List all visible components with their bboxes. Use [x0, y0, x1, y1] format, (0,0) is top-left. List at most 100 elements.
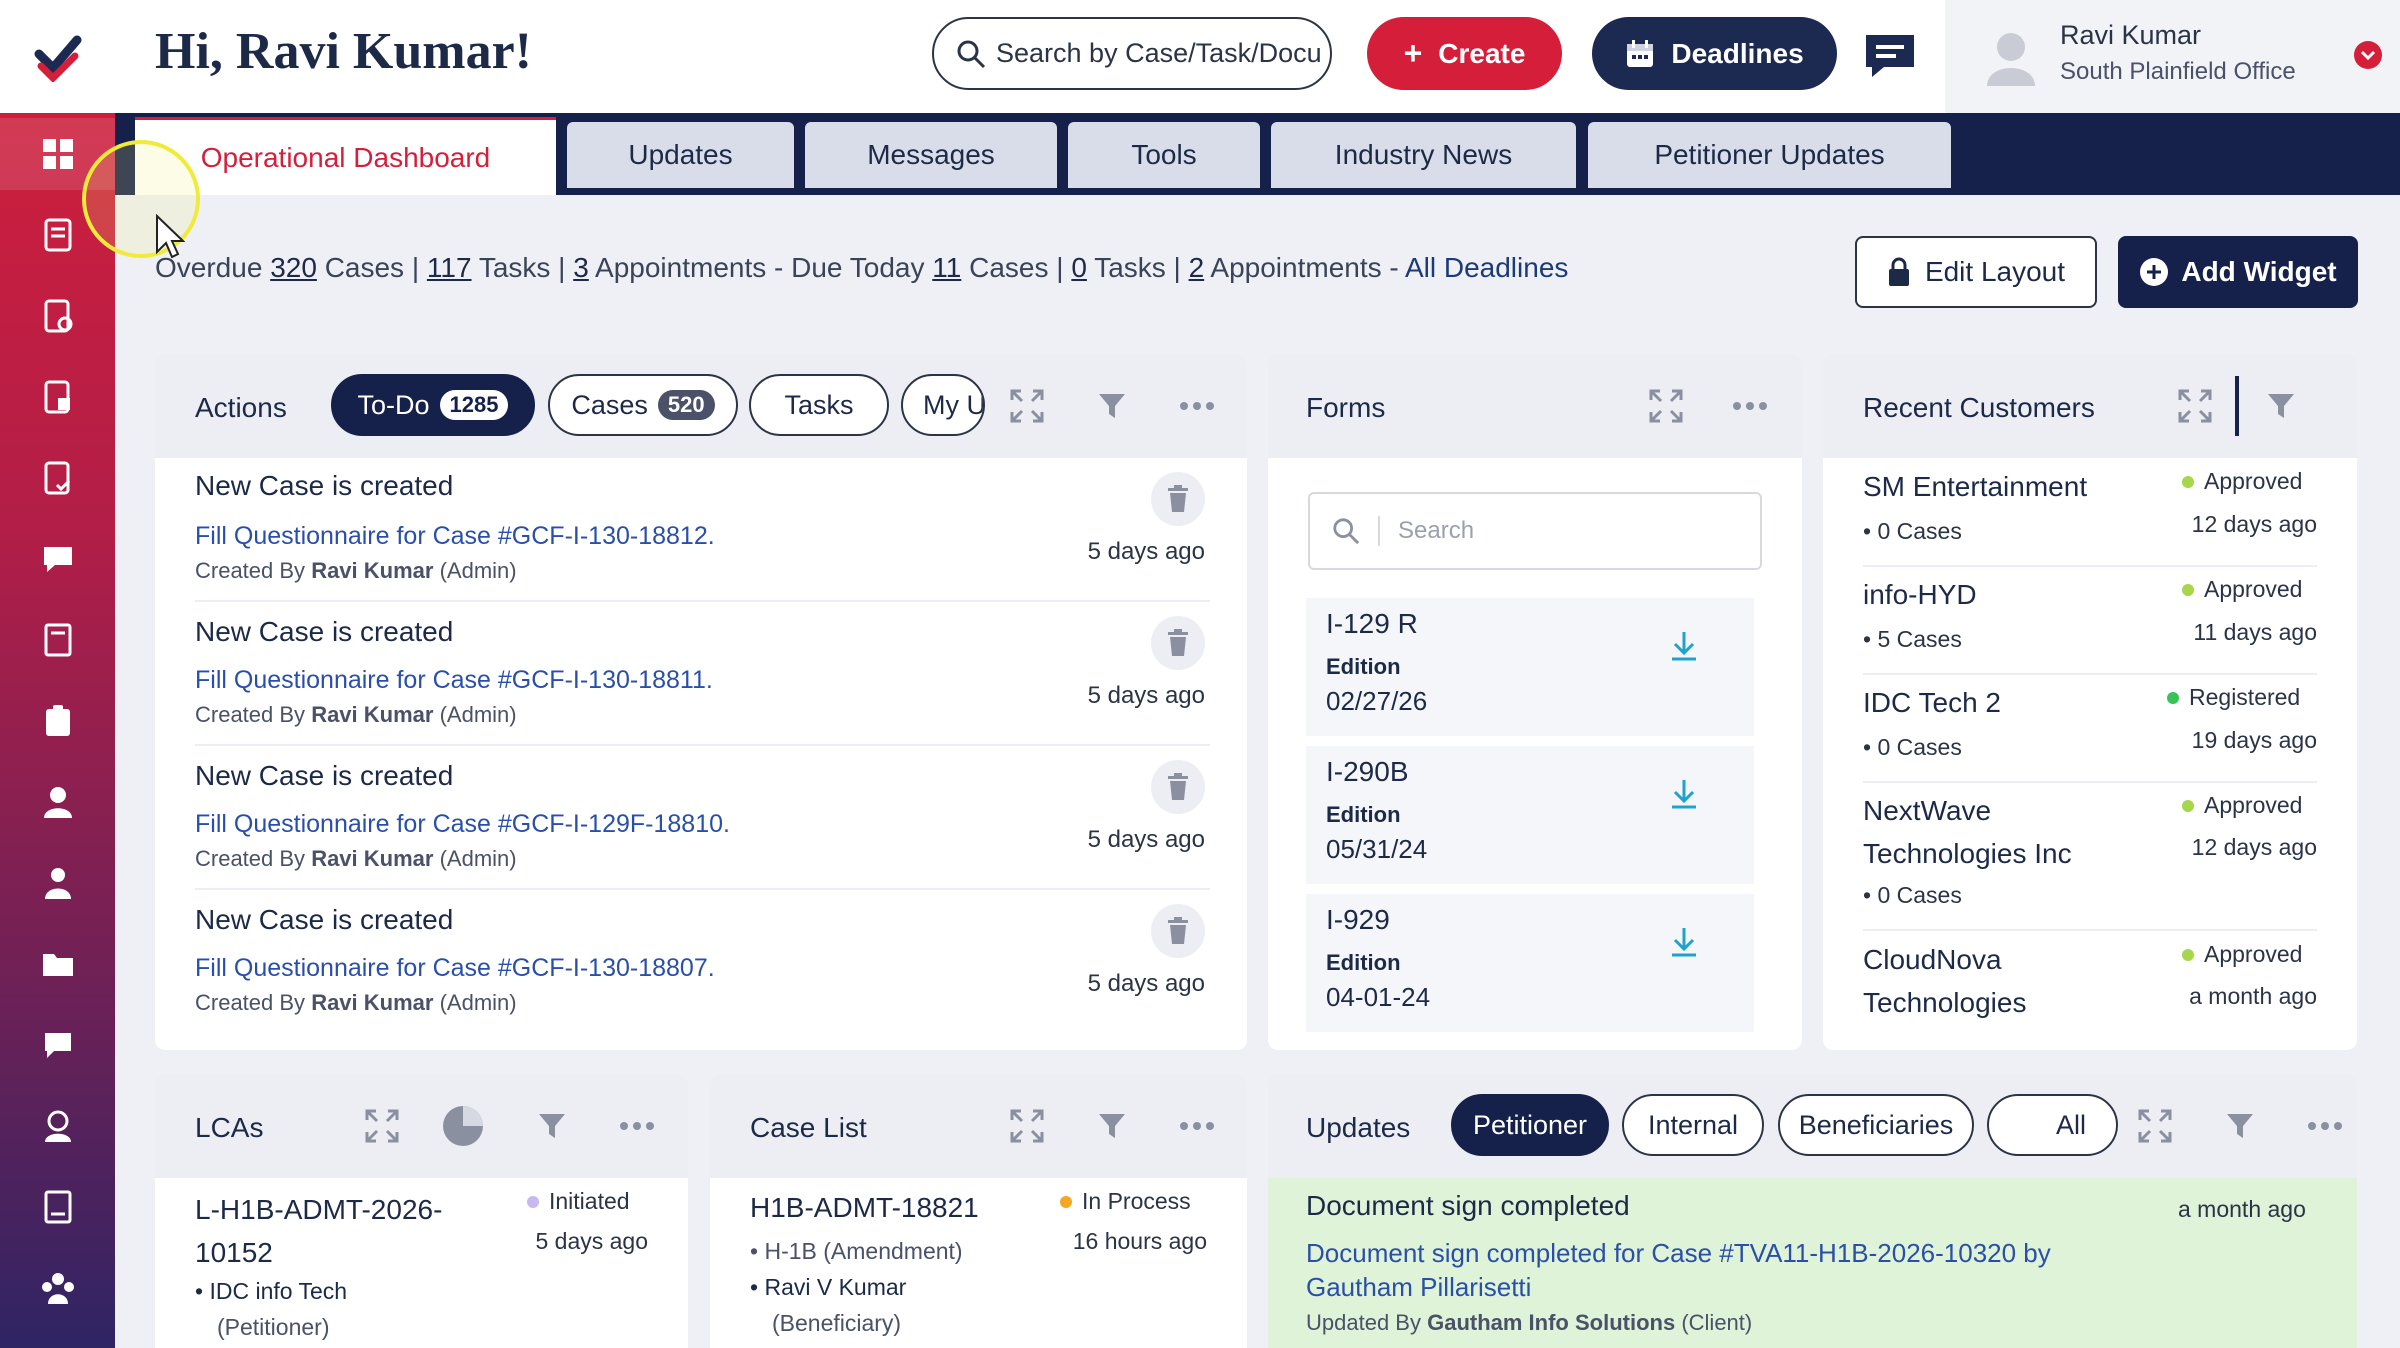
- book-icon[interactable]: [0, 604, 115, 676]
- tab-messages[interactable]: Messages: [805, 122, 1057, 188]
- list-item[interactable]: Document sign completed a month ago Docu…: [1268, 1178, 2357, 1348]
- filter-icon[interactable]: [1090, 1104, 1134, 1148]
- cases-word: Cases |: [324, 252, 420, 283]
- document-stack-icon[interactable]: [0, 361, 115, 433]
- user-icon[interactable]: [0, 766, 115, 838]
- form-check-icon[interactable]: [0, 442, 115, 514]
- global-search[interactable]: Search by Case/Task/Docu: [932, 17, 1332, 90]
- tab-updates[interactable]: Updates: [567, 122, 794, 188]
- case-person-role: (Beneficiary): [772, 1310, 902, 1336]
- filter-icon[interactable]: [1090, 384, 1134, 428]
- chip-all[interactable]: All: [1987, 1094, 2118, 1156]
- clipboard-icon[interactable]: [0, 685, 115, 757]
- lcas-widget: LCAs L-H1B-ADMT-2026- 10152 Initiated 5 d…: [155, 1074, 688, 1348]
- chip-tasks-label: Tasks: [784, 389, 854, 420]
- case-list-header: Case List: [710, 1074, 1247, 1178]
- tab-operational-dashboard[interactable]: Operational Dashboard: [135, 117, 556, 195]
- chip-internal[interactable]: Internal: [1622, 1094, 1764, 1156]
- customer-time: a month ago: [2189, 983, 2317, 1009]
- customer-time: 11 days ago: [2193, 619, 2317, 645]
- update-text: Document sign completed for Case #TVA11-…: [1306, 1238, 2051, 1302]
- case-list-widget: Case List H1B-ADMT-18821 In Process 16 h…: [710, 1074, 1247, 1348]
- overdue-appointments-link[interactable]: 3: [573, 252, 589, 283]
- case-time: 16 hours ago: [1072, 1228, 1207, 1254]
- expand-icon[interactable]: [2133, 1104, 2177, 1148]
- more-options-icon[interactable]: [1728, 384, 1772, 428]
- folder-icon[interactable]: [0, 928, 115, 1000]
- expand-icon[interactable]: [1644, 384, 1688, 428]
- chip-my-updates-label: My U: [923, 389, 985, 420]
- today-tasks-word: Tasks |: [1094, 252, 1181, 283]
- app-logo[interactable]: [0, 0, 115, 113]
- download-icon[interactable]: [1668, 926, 1700, 958]
- chip-todo[interactable]: To-Do 1285: [331, 374, 535, 436]
- form-item-i929[interactable]: I-929 Edition 04-01-24: [1306, 894, 1754, 1032]
- today-cases-link[interactable]: 11: [932, 252, 961, 283]
- pie-chart-icon[interactable]: [441, 1104, 485, 1148]
- search-icon: [1333, 518, 1360, 545]
- people-icon[interactable]: [0, 847, 115, 919]
- chip-tasks[interactable]: Tasks: [749, 374, 889, 436]
- edit-layout-button[interactable]: Edit Layout: [1855, 236, 2097, 308]
- more-options-icon[interactable]: [2303, 1104, 2347, 1148]
- updates-widget-header: Updates Petitioner Internal Beneficiarie…: [1268, 1074, 2357, 1178]
- chip-cases[interactable]: Cases 520: [548, 374, 738, 436]
- overdue-cases-link[interactable]: 320: [270, 252, 317, 283]
- form-name: I-929: [1326, 904, 1390, 935]
- add-widget-button[interactable]: Add Widget: [2118, 236, 2358, 308]
- case-person: • Ravi V Kumar: [750, 1274, 907, 1300]
- form-item-i290b[interactable]: I-290B Edition 05/31/24: [1306, 746, 1754, 884]
- today-tasks-link[interactable]: 0: [1071, 252, 1087, 283]
- expand-icon[interactable]: [2173, 384, 2217, 428]
- document-check-icon[interactable]: [0, 280, 115, 352]
- chip-beneficiaries[interactable]: Beneficiaries: [1778, 1094, 1974, 1156]
- deadlines-button[interactable]: Deadlines: [1592, 17, 1837, 90]
- team-icon[interactable]: [0, 1252, 115, 1324]
- add-widget-label: Add Widget: [2181, 256, 2337, 287]
- support-agent-icon[interactable]: [0, 1090, 115, 1162]
- form-edition-label: Edition: [1326, 950, 1401, 975]
- form-item-i129r[interactable]: I-129 R Edition 02/27/26: [1306, 598, 1754, 736]
- customer-name-line2: Technologies: [1863, 987, 2027, 1018]
- user-name: Ravi Kumar: [2060, 20, 2202, 50]
- filter-icon[interactable]: [530, 1104, 574, 1148]
- expand-icon[interactable]: [360, 1104, 404, 1148]
- messages-button[interactable]: [1860, 28, 1920, 83]
- message-icon[interactable]: [0, 1009, 115, 1081]
- updates-widget-title: Updates: [1306, 1112, 1411, 1143]
- overdue-tasks-link[interactable]: 117: [427, 252, 472, 283]
- all-deadlines-link[interactable]: All Deadlines: [1405, 252, 1568, 283]
- user-profile[interactable]: Ravi Kumar South Plainfield Office: [1945, 0, 2400, 113]
- filter-icon[interactable]: [2218, 1104, 2262, 1148]
- customer-time: 19 days ago: [2191, 727, 2317, 753]
- tab-petitioner-updates[interactable]: Petitioner Updates: [1588, 122, 1951, 188]
- chip-my-updates[interactable]: My U: [901, 374, 985, 436]
- form-edition-date: 02/27/26: [1326, 686, 1428, 716]
- create-button[interactable]: + Create: [1367, 17, 1562, 90]
- report-icon[interactable]: [0, 1171, 115, 1243]
- more-options-icon[interactable]: [615, 1104, 659, 1148]
- filter-icon[interactable]: [2259, 384, 2303, 428]
- download-icon[interactable]: [1668, 778, 1700, 810]
- customer-cases: • 0 Cases: [1863, 518, 1962, 544]
- more-options-icon[interactable]: [1175, 1104, 1219, 1148]
- today-appointments-link[interactable]: 2: [1189, 252, 1205, 283]
- expand-icon[interactable]: [1005, 384, 1049, 428]
- form-edition-date: 05/31/24: [1326, 834, 1428, 864]
- forms-widget-title: Forms: [1306, 392, 1386, 423]
- update-by: Updated By Gautham Info Solutions (Clien…: [1306, 1310, 1753, 1335]
- chip-petitioner[interactable]: Petitioner: [1451, 1094, 1609, 1156]
- tab-tools[interactable]: Tools: [1068, 122, 1260, 188]
- forms-search-input[interactable]: Search: [1308, 492, 1762, 570]
- tab-industry-news[interactable]: Industry News: [1271, 122, 1576, 188]
- chat-icon[interactable]: [0, 523, 115, 595]
- form-edition-date: 04-01-24: [1326, 982, 1431, 1012]
- customer-name-line2: Technologies Inc: [1863, 838, 2072, 869]
- more-options-icon[interactable]: [1175, 384, 1219, 428]
- download-icon[interactable]: [1668, 630, 1700, 662]
- deadlines-label: Deadlines: [1671, 37, 1804, 69]
- greeting-title: Hi, Ravi Kumar!: [155, 23, 532, 80]
- chevron-down-icon[interactable]: [2353, 40, 2383, 70]
- expand-icon[interactable]: [1005, 1104, 1049, 1148]
- status-badge: Approved: [2182, 792, 2302, 819]
